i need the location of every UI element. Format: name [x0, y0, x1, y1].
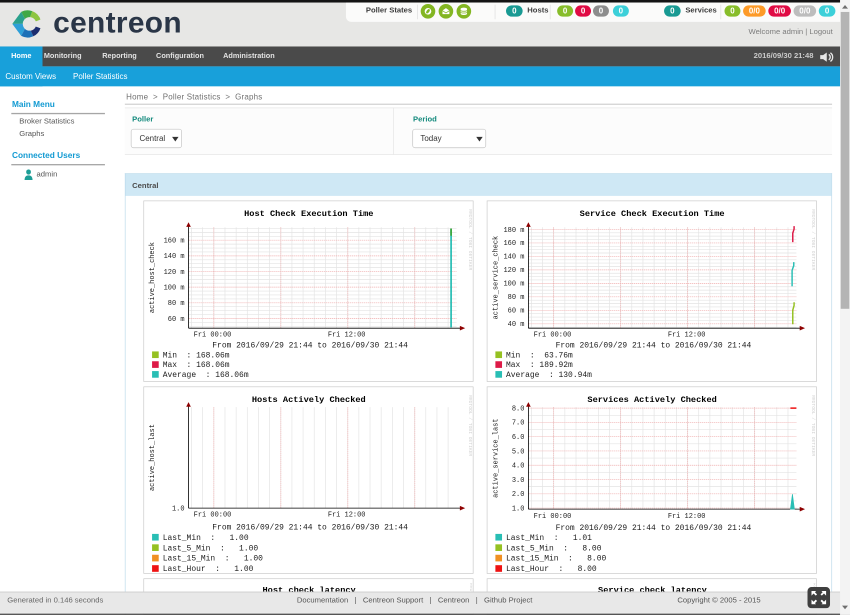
svg-text:Last_5_Min : 8.00: Last_5_Min : 8.00	[506, 544, 602, 553]
svg-text:Last_5_Min : 1.00: Last_5_Min : 1.00	[163, 544, 259, 553]
svg-text:active_host_check: active_host_check	[149, 242, 157, 313]
svg-text:Last_Min : 1.00: Last_Min : 1.00	[163, 534, 249, 543]
svg-text:Fri 00:00: Fri 00:00	[194, 512, 232, 520]
svg-text:7.0: 7.0	[512, 420, 525, 428]
svg-text:Last_Hour : 1.00: Last_Hour : 1.00	[163, 565, 254, 572]
svg-text:From 2016/09/29 21:44 to 2016/: From 2016/09/29 21:44 to 2016/09/30 21:4…	[556, 524, 752, 533]
svg-text:RRDTOOL / TOBI OETIKER: RRDTOOL / TOBI OETIKER	[810, 395, 816, 456]
svg-text:active_host_last: active_host_last	[149, 424, 157, 491]
svg-text:160 m: 160 m	[164, 238, 185, 246]
svg-text:100 m: 100 m	[503, 281, 524, 289]
svg-text:Min : 63.76m: Min : 63.76m	[506, 351, 573, 360]
svg-text:Max : 189.92m: Max : 189.92m	[506, 361, 573, 370]
svg-text:RRDTOOL / TOBI OETIKER: RRDTOOL / TOBI OETIKER	[467, 209, 473, 270]
svg-text:active_service_check: active_service_check	[492, 236, 500, 320]
svg-text:From 2016/09/29 21:44 to 2016/: From 2016/09/29 21:44 to 2016/09/30 21:4…	[556, 341, 752, 350]
svg-text:Fri 12:00: Fri 12:00	[328, 332, 366, 340]
svg-text:1.0: 1.0	[512, 505, 525, 513]
svg-text:active_service_last: active_service_last	[492, 418, 500, 497]
svg-text:Fri 00:00: Fri 00:00	[194, 332, 232, 340]
svg-text:Host Check Execution Time: Host Check Execution Time	[244, 209, 373, 219]
svg-text:From 2016/09/29 21:44 to 2016/: From 2016/09/29 21:44 to 2016/09/30 21:4…	[212, 523, 408, 532]
svg-text:RRDTOOL / TOBI OETIKER: RRDTOOL / TOBI OETIKER	[810, 209, 816, 270]
svg-text:6.0: 6.0	[512, 434, 525, 442]
svg-text:80 m: 80 m	[508, 294, 525, 302]
svg-text:Min : 168.06m: Min : 168.06m	[163, 351, 230, 360]
svg-text:1.0: 1.0	[172, 505, 185, 513]
svg-text:RRDTOOL / TOBI OETIKER: RRDTOOL / TOBI OETIKER	[467, 395, 473, 456]
svg-text:100 m: 100 m	[164, 284, 185, 292]
svg-text:Last_Hour : 8.00: Last_Hour : 8.00	[506, 565, 597, 572]
svg-text:180 m: 180 m	[503, 227, 524, 235]
svg-text:80 m: 80 m	[168, 300, 185, 308]
svg-text:3.0: 3.0	[512, 477, 525, 485]
svg-text:Fri 00:00: Fri 00:00	[534, 332, 572, 340]
svg-text:140 m: 140 m	[503, 254, 524, 262]
svg-text:Max : 168.06m: Max : 168.06m	[163, 361, 230, 370]
svg-text:Last_15_Min : 8.00: Last_15_Min : 8.00	[506, 555, 606, 564]
svg-text:Average : 168.06m: Average : 168.06m	[163, 371, 249, 380]
svg-text:Last_15_Min : 1.00: Last_15_Min : 1.00	[163, 555, 263, 564]
svg-text:Fri 12:00: Fri 12:00	[668, 513, 706, 521]
svg-text:Fri 12:00: Fri 12:00	[328, 512, 366, 520]
svg-text:Hosts Actively Checked: Hosts Actively Checked	[252, 395, 366, 405]
svg-text:140 m: 140 m	[164, 253, 185, 261]
svg-text:Service Check Execution Time: Service Check Execution Time	[580, 209, 725, 219]
svg-text:160 m: 160 m	[503, 240, 524, 248]
svg-text:5.0: 5.0	[512, 448, 525, 456]
svg-text:60 m: 60 m	[168, 316, 185, 324]
svg-text:4.0: 4.0	[512, 463, 525, 471]
svg-text:2.0: 2.0	[512, 491, 525, 499]
svg-text:From 2016/09/29 21:44 to 2016/: From 2016/09/29 21:44 to 2016/09/30 21:4…	[212, 341, 408, 350]
svg-text:60 m: 60 m	[508, 308, 525, 316]
svg-text:Fri 12:00: Fri 12:00	[668, 332, 706, 340]
svg-text:Last_Min : 1.01: Last_Min : 1.01	[506, 534, 592, 543]
svg-text:40 m: 40 m	[508, 321, 525, 329]
svg-text:Services Actively Checked: Services Actively Checked	[587, 395, 716, 405]
svg-text:120 m: 120 m	[503, 267, 524, 275]
svg-text:Average : 130.94m: Average : 130.94m	[506, 371, 592, 380]
svg-text:8.0: 8.0	[512, 405, 525, 413]
svg-text:120 m: 120 m	[164, 269, 185, 277]
svg-text:Fri 00:00: Fri 00:00	[534, 513, 572, 521]
